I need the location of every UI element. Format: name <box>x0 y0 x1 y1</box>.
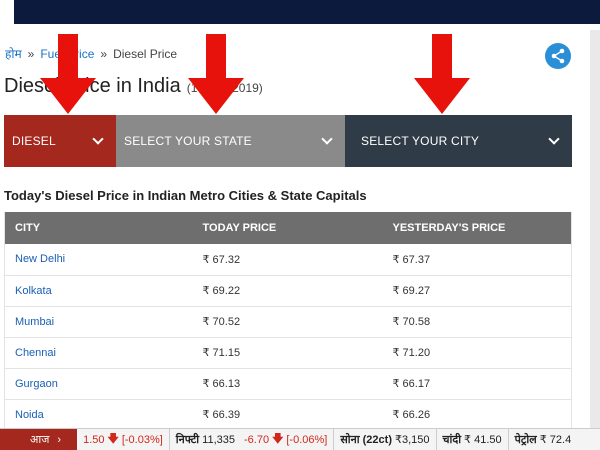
ticker-item-silver: चांदी ₹ 41.50 <box>437 429 509 450</box>
ticker-petrol-label: पेट्रोल <box>514 434 537 446</box>
ticker-silver-value: ₹ 41.50 <box>464 434 502 446</box>
yesterday-price: ₹ 71.20 <box>382 337 572 369</box>
yesterday-price: ₹ 67.37 <box>382 244 572 276</box>
annotation-arrow-down-icon <box>414 34 470 114</box>
ticker-gold-label: सोना (22ct) <box>340 434 392 446</box>
header-yesterday-price: YESTERDAY'S PRICE <box>392 222 506 234</box>
ticker-today-button[interactable]: आज › <box>0 429 78 450</box>
today-price: ₹ 66.13 <box>192 368 383 400</box>
annotation-arrow-down-icon <box>40 34 96 114</box>
yesterday-price: ₹ 66.17 <box>382 368 572 400</box>
breadcrumb-separator: » <box>27 46 35 61</box>
ticker-nifty-change: -6.70 <box>243 433 270 446</box>
table-row: Chennai ₹ 71.15 ₹ 71.20 <box>4 337 572 369</box>
table-header-row: CITY TODAY PRICE YESTERDAY'S PRICE <box>4 212 572 244</box>
city-link[interactable]: Noida <box>4 399 193 431</box>
today-price: ₹ 66.39 <box>192 399 383 431</box>
ticker-petrol-value: ₹ 72.4 <box>539 434 572 446</box>
arrow-down-icon: 🡇 <box>272 433 284 445</box>
city-link[interactable]: New Delhi <box>4 244 193 276</box>
chevron-right-icon: › <box>57 433 62 446</box>
chevron-down-icon <box>548 133 560 145</box>
city-link[interactable]: Mumbai <box>4 306 193 338</box>
header-today-price: TODAY PRICE <box>202 222 277 234</box>
ticker-item-petrol: पेट्रोल ₹ 72.4 <box>509 429 578 450</box>
ticker-today-label: आज <box>30 434 50 446</box>
right-edge-panel <box>590 30 600 430</box>
top-nav-bar <box>14 0 600 24</box>
ticker-item-nifty: निफ्टी 11,335 -6.70 🡇 [-0.06%] <box>170 429 335 450</box>
table-row: Gurgaon ₹ 66.13 ₹ 66.17 <box>4 368 572 400</box>
city-link[interactable]: Kolkata <box>4 275 193 307</box>
chevron-down-icon <box>92 133 104 145</box>
ticker-nifty-percent: [-0.06%] <box>286 433 328 446</box>
ticker-item-index: 1.50 🡇 [-0.03%] <box>77 429 170 450</box>
section-title: Today's Diesel Price in Indian Metro Cit… <box>4 188 367 203</box>
city-label: SELECT YOUR CITY <box>361 134 480 148</box>
table-row: Mumbai ₹ 70.52 ₹ 70.58 <box>4 306 572 338</box>
city-dropdown[interactable]: SELECT YOUR CITY <box>345 115 572 167</box>
today-price: ₹ 70.52 <box>192 306 383 338</box>
city-link[interactable]: Gurgaon <box>4 368 193 400</box>
ticker-nifty-label: निफ्टी <box>175 434 200 446</box>
ticker-percent: [-0.03%] <box>121 433 163 446</box>
share-icon <box>551 48 565 64</box>
ticker-gold-value: ₹3,150 <box>394 434 430 446</box>
price-table: CITY TODAY PRICE YESTERDAY'S PRICE New D… <box>4 212 572 431</box>
chevron-down-icon <box>321 133 333 145</box>
share-button[interactable] <box>545 43 571 69</box>
ticker-silver-label: चांदी <box>442 434 462 446</box>
arrow-down-icon: 🡇 <box>107 433 119 445</box>
table-row: New Delhi ₹ 67.32 ₹ 67.37 <box>4 244 572 276</box>
ticker-nifty-value: 11,335 <box>202 433 235 446</box>
breadcrumb-current: Diesel Price <box>113 46 178 61</box>
fuel-type-dropdown[interactable]: DIESEL <box>4 115 116 167</box>
state-label: SELECT YOUR STATE <box>124 134 252 148</box>
table-row: Noida ₹ 66.39 ₹ 66.26 <box>4 399 572 431</box>
today-price: ₹ 67.32 <box>192 244 383 276</box>
fuel-type-label: DIESEL <box>12 134 56 148</box>
yesterday-price: ₹ 70.58 <box>382 306 572 338</box>
state-dropdown[interactable]: SELECT YOUR STATE <box>116 115 345 167</box>
today-price: ₹ 69.22 <box>192 275 383 307</box>
city-link[interactable]: Chennai <box>4 337 193 369</box>
header-city: CITY <box>15 222 41 234</box>
market-ticker: आज › 1.50 🡇 [-0.03%] निफ्टी 11,335 -6.70… <box>0 428 600 450</box>
table-row: Kolkata ₹ 69.22 ₹ 69.27 <box>4 275 572 307</box>
today-price: ₹ 71.15 <box>192 337 383 369</box>
yesterday-price: ₹ 69.27 <box>382 275 572 307</box>
annotation-arrow-down-icon <box>188 34 244 114</box>
ticker-change: 1.50 <box>83 433 105 446</box>
breadcrumb-separator: » <box>100 46 108 61</box>
ticker-item-gold: सोना (22ct) ₹3,150 <box>334 429 437 450</box>
fuel-selector-row: DIESEL SELECT YOUR STATE SELECT YOUR CIT… <box>4 115 572 167</box>
yesterday-price: ₹ 66.26 <box>382 399 572 431</box>
breadcrumb-home[interactable]: होम <box>5 45 22 62</box>
